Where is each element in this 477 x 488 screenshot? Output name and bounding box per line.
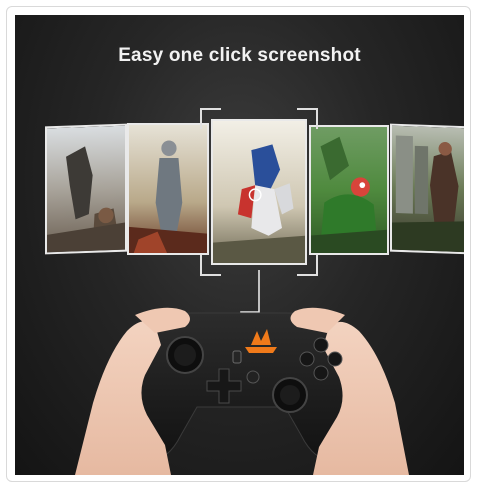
game-controller: [75, 307, 409, 475]
screenshot-button-icon: [232, 350, 242, 364]
promo-banner: Easy one click screenshot: [15, 15, 464, 475]
product-image-frame: Easy one click screenshot: [6, 6, 471, 482]
